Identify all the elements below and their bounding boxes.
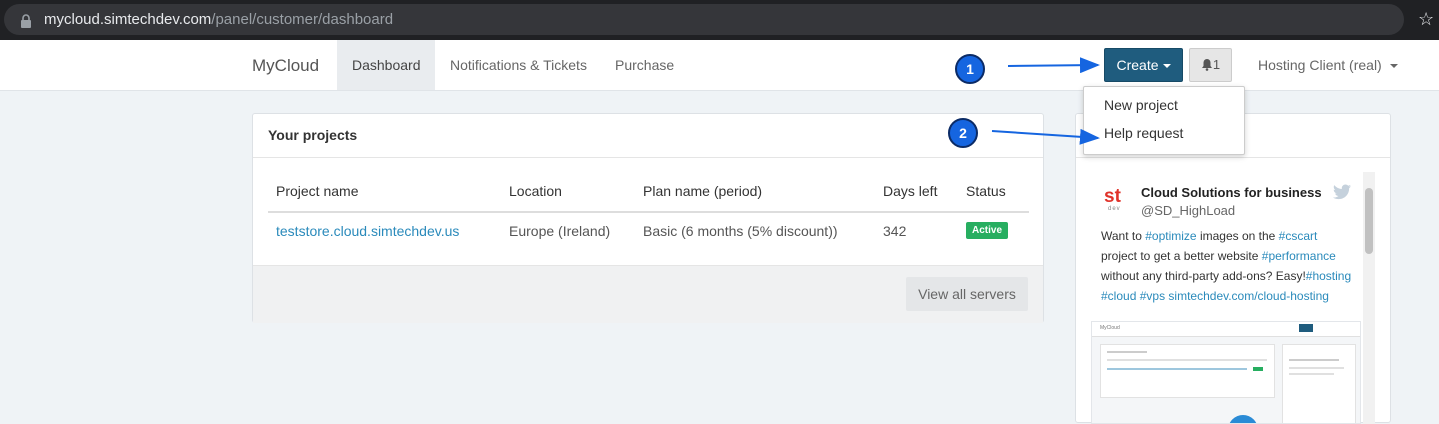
column-header-project-name: Project name [276, 183, 359, 199]
hashtag-link[interactable]: #performance [1262, 249, 1336, 263]
user-menu-label: Hosting Client (real) [1258, 57, 1382, 73]
thumbnail-line [1107, 359, 1267, 361]
thumbnail-line [1289, 359, 1339, 361]
column-header-days-left: Days left [883, 183, 938, 199]
nav-dashboard[interactable]: Dashboard [337, 40, 435, 90]
logo-text: st [1104, 186, 1121, 207]
thumbnail-projects-panel [1100, 344, 1275, 398]
hashtag-link[interactable]: #cscart [1279, 229, 1318, 243]
table-header-divider [268, 211, 1029, 213]
thumbnail-feed-panel [1282, 344, 1356, 423]
project-location: Europe (Ireland) [509, 223, 611, 239]
logo-subtext: dev [1108, 206, 1121, 212]
projects-panel: Your projects Project name Location Plan… [252, 113, 1044, 323]
url-path: /panel/customer/dashboard [211, 11, 394, 28]
create-dropdown-menu: New project Help request [1083, 86, 1245, 155]
tweet-url-link[interactable]: simtechdev.com/cloud-hosting [1168, 289, 1329, 303]
column-header-status: Status [966, 183, 1006, 199]
tweet-text-segment: images on the [1196, 229, 1279, 243]
twitter-feed-panel: st dev Cloud Solutions for business @SD_… [1075, 113, 1391, 424]
tweet-text: Want to #optimize images on the #cscart … [1101, 226, 1356, 306]
url-text[interactable]: mycloud.simtechdev.com/panel/customer/da… [44, 10, 393, 30]
hashtag-link[interactable]: #cloud [1101, 289, 1136, 303]
create-button-label: Create [1116, 57, 1159, 73]
hashtag-link[interactable]: #hosting [1306, 269, 1351, 283]
column-header-location: Location [509, 183, 562, 199]
thumbnail-mini-navbar: MyCloud [1092, 322, 1360, 337]
thumbnail-status-badge [1253, 367, 1263, 371]
create-button[interactable]: Create [1104, 48, 1183, 82]
project-days-left: 342 [883, 223, 907, 239]
thumbnail-line [1107, 368, 1247, 370]
menu-item-new-project[interactable]: New project [1104, 97, 1178, 113]
status-badge: Active [966, 222, 1009, 239]
thumbnail-line [1107, 351, 1147, 353]
notifications-button[interactable]: 1 [1189, 48, 1232, 82]
user-menu[interactable]: Hosting Client (real) [1258, 57, 1398, 73]
project-plan: Basic (6 months (5% discount)) [643, 223, 838, 239]
twitter-bird-icon[interactable] [1333, 184, 1351, 200]
browser-toolbar: mycloud.simtechdev.com/panel/customer/da… [0, 0, 1439, 40]
view-all-servers-button[interactable]: View all servers [906, 277, 1028, 311]
hashtag-link[interactable]: #vps [1140, 289, 1165, 303]
hashtag-link[interactable]: #optimize [1145, 229, 1196, 243]
tweet-text-segment: without any third-party add-ons? Easy! [1101, 269, 1306, 283]
tweet-author-name[interactable]: Cloud Solutions for business [1141, 185, 1322, 200]
divider [1076, 157, 1390, 158]
play-icon[interactable] [1228, 415, 1258, 423]
thumbnail-line [1289, 373, 1334, 375]
thumbnail-line [1289, 367, 1344, 369]
nav-notifications-tickets[interactable]: Notifications & Tickets [435, 40, 602, 90]
st-dev-logo[interactable]: st dev [1104, 187, 1130, 215]
tweet-media-thumbnail[interactable]: MyCloud [1091, 321, 1361, 424]
menu-item-help-request[interactable]: Help request [1104, 125, 1183, 141]
annotation-marker-2: 2 [948, 118, 978, 148]
lock-icon [21, 14, 31, 28]
bell-icon [1201, 59, 1212, 71]
tweet-text-segment: project to get a better website [1101, 249, 1262, 263]
tweet-text-segment: Want to [1101, 229, 1146, 243]
column-header-plan: Plan name (period) [643, 183, 763, 199]
annotation-marker-1: 1 [955, 54, 985, 84]
star-icon[interactable]: ☆ [1418, 8, 1434, 30]
chevron-down-icon [1162, 64, 1171, 69]
feed-scrollbar-thumb[interactable] [1365, 188, 1373, 254]
url-host: mycloud.simtechdev.com [44, 11, 212, 28]
tweet-author-handle[interactable]: @SD_HighLoad [1141, 203, 1235, 218]
notification-count: 1 [1212, 57, 1221, 72]
thumbnail-create-button [1299, 324, 1313, 332]
project-name-link[interactable]: teststore.cloud.simtechdev.us [276, 223, 459, 239]
divider [253, 157, 1043, 158]
brand-logo[interactable]: MyCloud [252, 56, 319, 76]
nav-purchase[interactable]: Purchase [600, 40, 689, 90]
chevron-down-icon [1389, 64, 1398, 69]
panel-title: Your projects [268, 127, 358, 143]
thumbnail-brand: MyCloud [1100, 325, 1120, 331]
panel-footer: View all servers [253, 265, 1043, 323]
address-bar[interactable]: mycloud.simtechdev.com/panel/customer/da… [4, 4, 1404, 35]
